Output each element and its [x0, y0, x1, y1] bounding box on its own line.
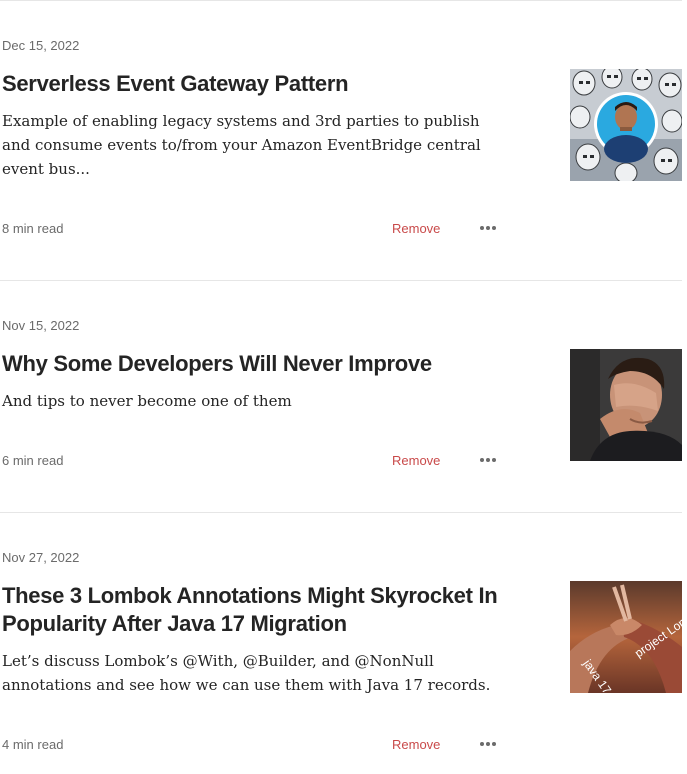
- article-date: Dec 15, 2022: [2, 38, 80, 53]
- article-subtitle[interactable]: And tips to never become one of them: [2, 389, 492, 413]
- article-date: Nov 27, 2022: [2, 550, 80, 565]
- saved-articles-feed: Dec 15, 2022 Serverless Event Gateway Pa…: [0, 0, 687, 774]
- divider: [0, 512, 682, 513]
- read-time: 4 min read: [2, 737, 64, 752]
- article-title[interactable]: Serverless Event Gateway Pattern: [2, 70, 522, 98]
- read-time: 8 min read: [2, 221, 64, 236]
- article-thumbnail[interactable]: [570, 349, 682, 461]
- stormtroopers-avatar-image: [570, 69, 682, 181]
- frustrated-man-image: [570, 349, 682, 461]
- more-options-icon[interactable]: [478, 736, 498, 752]
- remove-button[interactable]: Remove: [392, 221, 440, 237]
- article-title[interactable]: Why Some Developers Will Never Improve: [2, 350, 522, 378]
- article-title[interactable]: These 3 Lombok Annotations Might Skyrock…: [2, 582, 522, 638]
- article-subtitle[interactable]: Let’s discuss Lombok’s @With, @Builder, …: [2, 649, 492, 697]
- handshake-meme-image: java 17 records project Lombok: [570, 581, 682, 693]
- article-subtitle[interactable]: Example of enabling legacy systems and 3…: [2, 109, 492, 181]
- divider: [0, 280, 682, 281]
- remove-button[interactable]: Remove: [392, 737, 440, 753]
- divider: [0, 0, 682, 1]
- more-options-icon[interactable]: [478, 452, 498, 468]
- article-thumbnail[interactable]: java 17 records project Lombok: [570, 581, 682, 693]
- article-date: Nov 15, 2022: [2, 318, 80, 333]
- remove-button[interactable]: Remove: [392, 453, 440, 469]
- article-thumbnail[interactable]: [570, 69, 682, 181]
- read-time: 6 min read: [2, 453, 64, 468]
- more-options-icon[interactable]: [478, 220, 498, 236]
